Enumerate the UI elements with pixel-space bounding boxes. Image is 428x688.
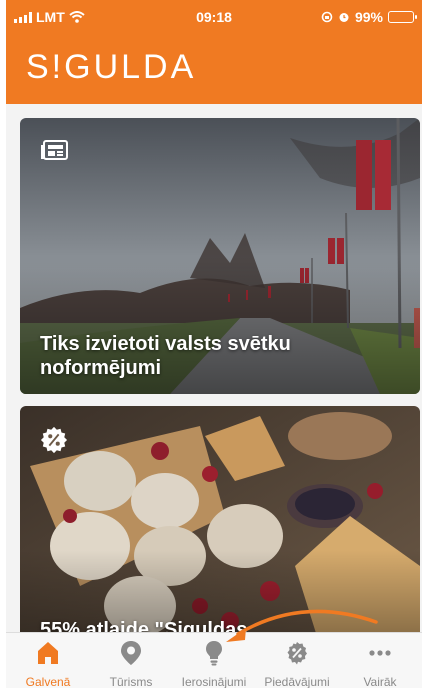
feed-card-news[interactable]: Tiks izvietoti valsts svētku noformējumi — [20, 118, 420, 394]
battery-icon — [388, 11, 417, 23]
rotation-lock-icon — [321, 11, 333, 23]
news-feed[interactable]: Tiks izvietoti valsts svētku noformējumi — [6, 104, 422, 632]
tab-label: Tūrisms — [109, 675, 153, 688]
alarm-icon — [339, 13, 349, 22]
card-title: Tiks izvietoti valsts svētku noformējumi — [40, 333, 291, 379]
app-logo: S!GULDA — [26, 48, 197, 86]
tab-label: Piedāvājumi — [264, 675, 330, 688]
status-right: 99% — [321, 9, 417, 25]
app-header: S!GULDA — [6, 32, 422, 104]
home-icon — [38, 642, 58, 664]
tab-galvena[interactable]: Galvenā — [6, 633, 90, 688]
location-pin-icon — [121, 641, 141, 665]
battery-percent: 99% — [354, 9, 383, 25]
tab-label: Ierosinājumi — [181, 675, 247, 688]
news-icon — [41, 140, 68, 160]
discount-icon — [40, 426, 68, 454]
tab-turisms[interactable]: Tūrisms — [89, 633, 173, 688]
tab-label: Vairāk — [363, 675, 397, 688]
status-bar: LMT 09:18 99% — [6, 0, 422, 32]
tab-label: Galvenā — [25, 675, 71, 688]
feed-card-offer[interactable]: 55% atlaide "Siguldas — [20, 406, 420, 632]
annotation-arrow-icon — [226, 609, 378, 642]
app-screen: LMT 09:18 99% S!GULDA Tiks izvietoti val… — [6, 0, 422, 688]
card-image-ice-cream — [20, 406, 420, 632]
